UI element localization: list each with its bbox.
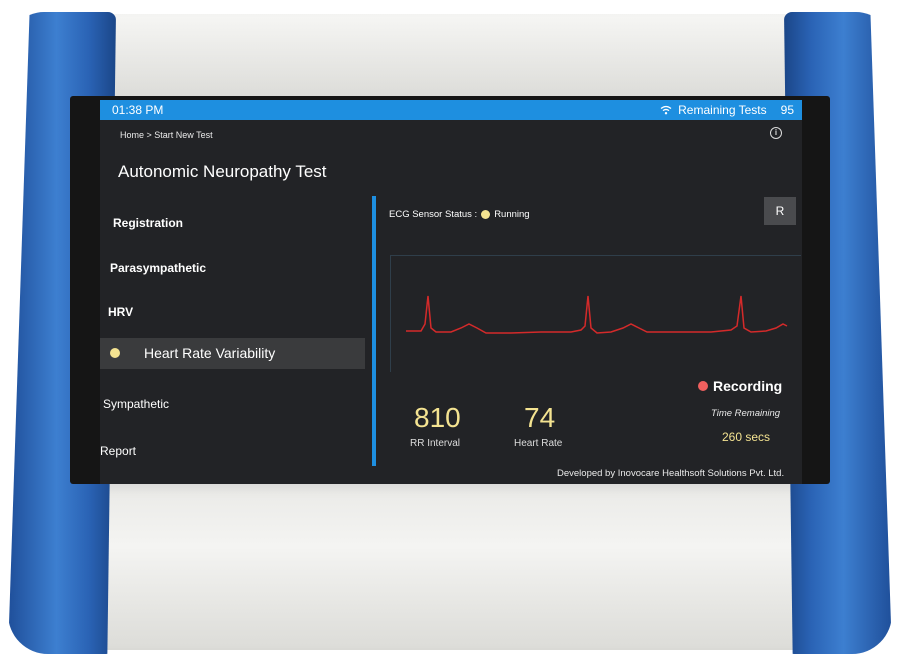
sidebar-item-parasympathetic[interactable]: Parasympathetic [110, 261, 206, 275]
screen: 01:38 PM Remaining Tests 95 Home > Start… [100, 100, 802, 484]
recording-dot [698, 381, 708, 391]
panel-divider [372, 196, 376, 466]
sidebar-item-report[interactable]: Report [100, 444, 136, 458]
sidebar-item-heart-rate-variability-label: Heart Rate Variability [144, 345, 276, 361]
reset-button[interactable]: R [764, 197, 796, 225]
status-bar: 01:38 PM Remaining Tests 95 [100, 100, 802, 120]
ecg-trace-svg [406, 295, 788, 334]
heart-rate-value: 74 [524, 402, 556, 433]
recording-indicator: Recording [698, 378, 782, 394]
heart-rate-label: Heart Rate [514, 438, 563, 449]
status-right: Remaining Tests 95 [660, 103, 794, 117]
breadcrumb[interactable]: Home > Start New Test [120, 130, 213, 140]
rr-interval-value: 810 [414, 402, 461, 433]
status-time: 01:38 PM [112, 103, 164, 117]
sidebar-item-hrv[interactable]: HRV [108, 305, 133, 319]
recording-label: Recording [713, 378, 783, 394]
ecg-plot [390, 255, 801, 372]
active-status-dot [110, 348, 120, 358]
device: 01:38 PM Remaining Tests 95 Home > Start… [0, 0, 900, 664]
wifi-icon [660, 105, 672, 115]
ecg-sensor-status: ECG Sensor Status : Running [389, 209, 530, 220]
info-icon[interactable]: i [770, 127, 782, 139]
sidebar-item-sympathetic[interactable]: Sympathetic [103, 397, 169, 411]
device-bottom-shell [55, 478, 845, 650]
remaining-tests-count: 95 [780, 103, 794, 117]
sidebar-item-registration[interactable]: Registration [113, 216, 183, 230]
ecg-status-value: Running [494, 209, 530, 220]
ecg-trace [406, 295, 788, 334]
remaining-tests-label: Remaining Tests [678, 103, 767, 117]
rr-interval-label: RR Interval [410, 438, 461, 449]
footer-credit: Developed by Inovocare Healthsoft Soluti… [557, 468, 785, 479]
ecg-status-label: ECG Sensor Status : [389, 209, 478, 220]
time-remaining-label: Time Remaining [711, 408, 781, 419]
ecg-status-dot [481, 210, 491, 219]
page-title: Autonomic Neuropathy Test [118, 162, 327, 181]
time-remaining-value: 260 secs [722, 430, 771, 444]
